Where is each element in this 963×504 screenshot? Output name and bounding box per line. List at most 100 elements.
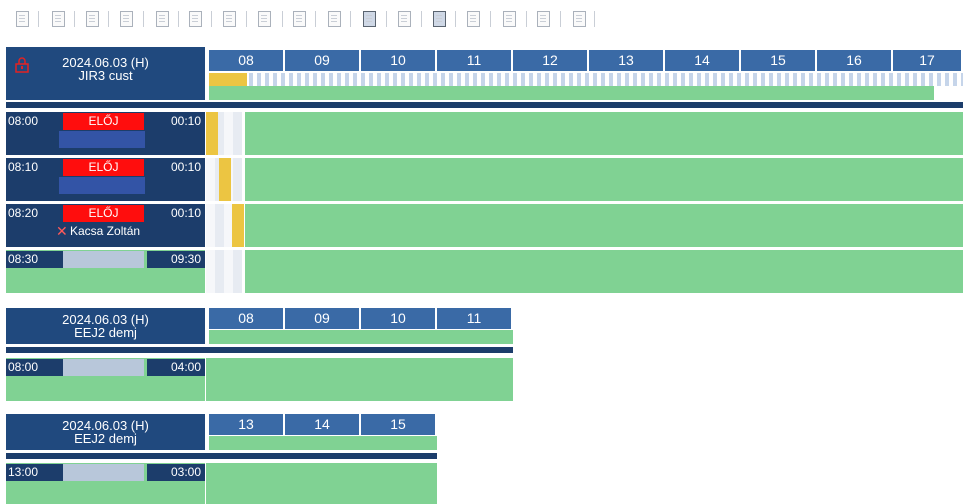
free-slot[interactable] — [245, 158, 963, 201]
block-divider — [6, 347, 513, 353]
doc-move-icon[interactable] — [220, 8, 238, 30]
hour-cell: 13 — [209, 414, 285, 435]
patient-name-redacted — [59, 177, 145, 194]
patient-name: Kacsa Zoltán — [70, 224, 141, 238]
doc-note-icon[interactable] — [570, 8, 588, 30]
gantt-row[interactable] — [206, 250, 963, 293]
free-slot[interactable] — [206, 358, 513, 401]
free-slot[interactable] — [245, 250, 963, 293]
hour-cell: 09 — [285, 50, 361, 71]
appointment-row[interactable]: 08:10 ELŐJ 00:10 — [6, 158, 205, 201]
appointment-row[interactable]: 08:00 ELŐJ 00:10 — [6, 112, 205, 155]
appointment-row[interactable]: 08:30 09:30 — [6, 250, 205, 293]
pdf3-icon[interactable] — [500, 8, 518, 30]
doc-move2-icon[interactable] — [255, 8, 273, 30]
start-time: 13:00 — [6, 464, 64, 481]
doc-check-icon[interactable] — [49, 8, 67, 30]
day-header[interactable]: 2024.06.03 (H) EEJ2 demj — [6, 308, 205, 344]
hour-cell: 15 — [741, 50, 817, 71]
toolbar-separator — [421, 11, 422, 27]
doc-edit-icon[interactable] — [13, 8, 31, 30]
gantt-row[interactable] — [206, 112, 963, 155]
hour-cell: 15 — [361, 414, 437, 435]
pdf-icon[interactable] — [395, 8, 413, 30]
doc-add-icon[interactable] — [186, 8, 204, 30]
appointment-row[interactable]: 08:00 04:00 — [6, 358, 205, 401]
slot — [233, 112, 242, 155]
patient-line: ✕ Kacsa Zoltán — [6, 223, 205, 240]
block-divider — [6, 453, 437, 459]
toolbar-separator — [108, 11, 109, 27]
hour-cell: 14 — [285, 414, 361, 435]
doc-insert-icon[interactable] — [117, 8, 135, 30]
hour-cell: 10 — [361, 50, 437, 71]
resource-name: JIR3 cust — [78, 68, 133, 83]
gantt-row[interactable] — [206, 204, 963, 247]
status-badge: ELŐJ — [63, 159, 144, 176]
doc-check2-icon[interactable] — [325, 8, 343, 30]
appointment-marker[interactable] — [219, 158, 231, 201]
duration: 00:10 — [147, 205, 205, 222]
toolbar-separator — [386, 11, 387, 27]
day-header[interactable]: 2024.06.03 (H) EEJ2 demj — [6, 414, 205, 450]
status-badge — [63, 464, 144, 481]
toolbar — [0, 0, 963, 40]
hour-header: 08 09 10 11 — [209, 308, 513, 332]
print-icon[interactable] — [430, 8, 448, 30]
hour-header: 13 14 15 — [209, 414, 437, 438]
slot — [233, 158, 242, 201]
patient-name-redacted — [59, 131, 145, 148]
doc-copy-icon[interactable] — [83, 8, 101, 30]
toolbar-separator — [178, 11, 179, 27]
gantt-row[interactable] — [206, 158, 963, 201]
hour-cell: 12 — [513, 50, 589, 71]
toolbar-separator — [315, 11, 316, 27]
toolbar-separator — [594, 11, 595, 27]
resource-name: EEJ2 demj — [74, 325, 137, 340]
start-time: 08:30 — [6, 251, 64, 268]
doc-edit2-icon[interactable] — [153, 8, 171, 30]
free-slot[interactable] — [245, 112, 963, 155]
slot — [224, 250, 233, 293]
block-divider — [6, 102, 963, 108]
duration: 04:00 — [147, 359, 205, 376]
status-badge: ELŐJ — [63, 205, 144, 222]
slot — [206, 204, 215, 247]
hour-cell: 11 — [437, 308, 513, 329]
appointment-row[interactable]: 08:20 ELŐJ 00:10 ✕ Kacsa Zoltán — [6, 204, 205, 247]
toolbar-separator — [350, 11, 351, 27]
toolbar-separator — [490, 11, 491, 27]
gantt-row[interactable] — [206, 463, 437, 504]
hour-cell: 14 — [665, 50, 741, 71]
gantt-row[interactable] — [206, 358, 513, 401]
pdf2-icon[interactable] — [464, 8, 482, 30]
slot — [233, 250, 242, 293]
cancel-icon[interactable]: ✕ — [56, 223, 68, 240]
hour-cell: 10 — [361, 308, 437, 329]
free-slot[interactable] — [245, 204, 963, 247]
pdf4-icon[interactable] — [534, 8, 552, 30]
availability-bar — [209, 330, 513, 344]
duration: 00:10 — [147, 159, 205, 176]
start-time: 08:00 — [6, 359, 64, 376]
hour-cell: 08 — [209, 308, 285, 329]
day-header[interactable]: 2024.06.03 (H) JIR3 cust — [6, 47, 205, 100]
toolbar-separator — [211, 11, 212, 27]
toolbar-separator — [38, 11, 39, 27]
appointment-marker[interactable] — [206, 112, 218, 155]
appointment-marker[interactable] — [232, 204, 244, 247]
appointment-row[interactable]: 13:00 03:00 — [6, 463, 205, 504]
toolbar-separator — [282, 11, 283, 27]
free-slot[interactable] — [206, 463, 437, 504]
duration: 03:00 — [147, 464, 205, 481]
toolbar-separator — [560, 11, 561, 27]
resource-name: EEJ2 demj — [74, 431, 137, 446]
toolbar-separator — [246, 11, 247, 27]
duration: 09:30 — [147, 251, 205, 268]
doc-split-icon[interactable] — [360, 8, 378, 30]
doc-plus-icon[interactable] — [290, 8, 308, 30]
status-badge — [63, 251, 144, 268]
hour-cell: 08 — [209, 50, 285, 71]
availability-bar — [209, 86, 934, 100]
lock-icon — [15, 57, 29, 73]
